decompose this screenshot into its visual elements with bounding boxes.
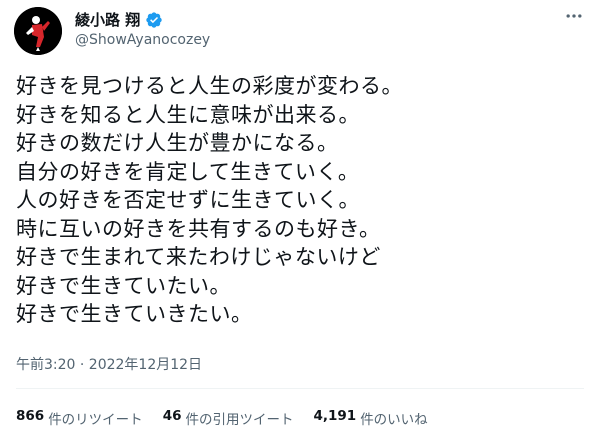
display-name-row[interactable]: 綾小路 翔 [75,9,163,30]
more-options-icon[interactable] [560,6,588,28]
quote-count-link[interactable]: 46 件の引用ツイート [163,408,294,428]
verified-badge-icon [146,11,162,28]
like-count-link[interactable]: 4,191 件のいいね [313,408,427,428]
retweet-count: 866 [16,408,45,424]
tweet-line: 好きを見つけると人生の彩度が変わる。 [16,74,403,98]
tweet-text: 好きを見つけると人生の彩度が変わる。 好きを知ると人生に意味が出来る。 好きの数… [16,72,586,329]
tweet-line: 自分の好きを肯定して生きていく。 [16,159,360,184]
quote-count: 46 [162,408,182,424]
tweet-timestamp[interactable]: 午前3:20 · 2022年12月12日 [16,354,202,374]
tweet-stats: 866 件のリツイート 46 件の引用ツイート 4,191 件のいいね [16,408,428,428]
user-handle[interactable]: @ShowAyanocozey [75,32,210,48]
like-label: 件のいいね [360,412,428,428]
quote-label: 件の引用ツイート [185,412,294,428]
avatar[interactable] [14,7,62,55]
tweet-line: 好きで生きていきたい。 [16,302,253,326]
tweet-line: 好きで生まれて来たわけじゃないけど [16,245,381,269]
avatar-image [14,7,62,55]
display-name[interactable]: 綾小路 翔 [75,9,140,30]
retweet-label: 件のリツイート [48,412,143,428]
divider [16,388,584,389]
tweet-line: 人の好きを否定せずに生きていく。 [16,188,360,212]
tweet-line: 好きで生きていたい。 [16,273,231,298]
tweet-line: 時に互いの好きを共有するのも好き。 [16,216,381,241]
tweet-line: 好きを知ると人生に意味が出来る。 [16,102,360,127]
retweet-count-link[interactable]: 866 件のリツイート [16,408,143,428]
tweet-line: 好きの数だけ人生が豊かになる。 [16,131,339,155]
like-count: 4,191 [313,408,357,424]
